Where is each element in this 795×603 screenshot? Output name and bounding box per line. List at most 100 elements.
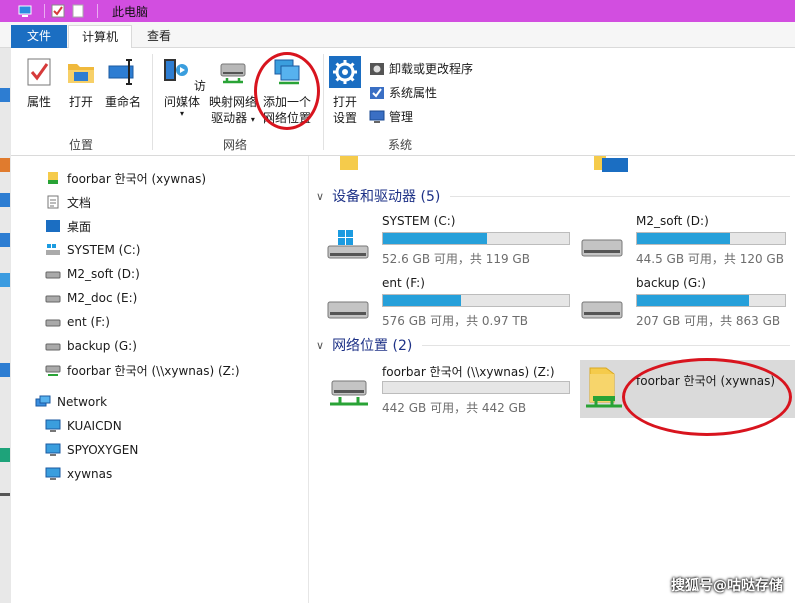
nav-item-label: SPYOXYGEN [67, 443, 139, 457]
add-network-location-button[interactable]: 添加一个 网络位置 [261, 56, 313, 126]
open-label: 打开 [68, 95, 93, 109]
nav-item-drive-f[interactable]: ent (F:) [45, 310, 110, 334]
windows-drive-icon [327, 230, 369, 259]
drive-name: ent (F:) [382, 276, 425, 290]
system-properties-button[interactable]: 系统属性 [369, 84, 437, 101]
drive-icon [45, 343, 61, 351]
nav-item-network-folder[interactable]: foorbar 한국어 (xywnas) [45, 166, 206, 190]
tab-view[interactable]: 查看 [135, 25, 183, 48]
nav-item-computer-xywnas[interactable]: xywnas [45, 462, 112, 486]
ribbon-tab-bar: 文件 计算机 查看 [0, 22, 795, 48]
open-settings-button[interactable]: 打开 设置 [327, 56, 363, 126]
strip-marker [0, 448, 10, 462]
nav-item-drive-d[interactable]: M2_soft (D:) [45, 262, 140, 286]
nav-item-drive-c[interactable]: SYSTEM (C:) [45, 238, 140, 262]
strip-marker [0, 273, 10, 287]
drive-size: 52.6 GB 可用，共 119 GB [382, 252, 530, 266]
open-button[interactable]: 打开 [63, 56, 99, 110]
new-folder-icon[interactable] [71, 4, 85, 18]
open-settings-label-line2: 设置 [332, 111, 357, 125]
content-pane: ∨ 设备和驱动器 (5) SYSTEM (C:) 52.6 GB 可用，共 11… [310, 156, 795, 603]
nav-item-label: KUAICDN [67, 419, 122, 433]
drive-name: M2_soft (D:) [636, 214, 709, 228]
nav-item-network-drive-z[interactable]: foorbar 한국어 (\\xywnas) (Z:) [45, 358, 240, 382]
drive-icon [327, 301, 369, 319]
tab-file[interactable]: 文件 [11, 25, 67, 48]
nav-item-label: M2_doc (E:) [67, 291, 138, 305]
access-media-button[interactable]: 访问媒体 ▾ [155, 56, 209, 118]
drive-c[interactable]: SYSTEM (C:) 52.6 GB 可用，共 119 GB [320, 214, 570, 272]
window-title: 此电脑 [112, 4, 149, 19]
nav-item-label: xywnas [67, 467, 113, 481]
media-icon [164, 59, 189, 81]
drive-usage-fill [383, 233, 488, 244]
system-properties-icon [370, 86, 384, 99]
section-network-locations[interactable]: ∨ 网络位置 (2) [316, 335, 412, 355]
nav-item-drive-e[interactable]: M2_doc (E:) [45, 286, 137, 310]
ribbon: 属性 打开 重命名 位置 访问媒体 ▾ 映射网络 驱动器 ▾ 添加一个 网络位置… [11, 48, 795, 156]
drive-usage-fill [637, 295, 750, 306]
nav-item-desktop[interactable]: 桌面 [45, 214, 91, 238]
section-title: 设备和驱动器 (5) [332, 189, 441, 205]
strip-marker [0, 88, 10, 102]
nav-item-label: SYSTEM (C:) [67, 243, 141, 257]
tab-computer[interactable]: 计算机 [68, 25, 132, 48]
drive-name: foorbar 한국어 (\\xywnas) (Z:) [382, 365, 555, 379]
properties-button[interactable]: 属性 [21, 56, 57, 110]
drive-icon [45, 295, 61, 303]
system-group-label: 系统 [388, 138, 413, 152]
drive-usage-bar [636, 232, 786, 245]
open-folder-icon [68, 64, 94, 83]
open-settings-label-line1: 打开 [332, 95, 357, 109]
nav-item-label: 文档 [67, 195, 92, 210]
manage-computer-icon [369, 110, 385, 123]
drive-size: 576 GB 可用，共 0.97 TB [382, 314, 528, 328]
network-drive-icon [330, 380, 368, 406]
quick-access-toolbar [0, 0, 104, 22]
strip-marker [0, 363, 10, 377]
uninstall-program-button[interactable]: 卸载或更改程序 [369, 60, 473, 77]
folder-icon [340, 156, 358, 170]
drive-icon [581, 239, 623, 257]
drive-icon [45, 319, 61, 327]
properties-icon [27, 58, 51, 86]
desktop-icon [46, 220, 60, 232]
section-devices-drives[interactable]: ∨ 设备和驱动器 (5) [316, 186, 440, 206]
network-location-item[interactable]: foorbar 한국어 (xywnas) [580, 360, 795, 418]
toolbar-separator [97, 4, 98, 18]
map-network-drive-button[interactable]: 映射网络 驱动器 ▾ [209, 56, 257, 128]
nav-item-computer-spyoxygen[interactable]: SPYOXYGEN [45, 438, 138, 462]
computer-icon [45, 419, 61, 432]
properties-check-icon[interactable] [51, 4, 65, 18]
drive-d[interactable]: M2_soft (D:) 44.5 GB 可用，共 120 GB [574, 214, 795, 272]
drive-size: 442 GB 可用，共 442 GB [382, 401, 527, 415]
add-network-location-icon [274, 59, 300, 85]
rename-icon [108, 59, 134, 85]
nav-item-computer-kuaicdn[interactable]: KUAICDN [45, 414, 122, 438]
strip-marker [0, 193, 10, 207]
drive-usage-bar [382, 294, 570, 307]
network-drive-z[interactable]: foorbar 한국어 (\\xywnas) (Z:) 442 GB 可用，共 … [320, 363, 570, 421]
map-drive-label-line1: 映射网络 [209, 95, 258, 109]
nav-item-drive-g[interactable]: backup (G:) [45, 334, 137, 358]
nav-item-label: 桌面 [67, 219, 92, 234]
drive-g[interactable]: backup (G:) 207 GB 可用，共 863 GB [574, 276, 795, 334]
nav-item-label: backup (G:) [67, 339, 137, 353]
computer-icon[interactable] [18, 4, 32, 18]
network-folder-icon [586, 367, 622, 408]
nav-item-network[interactable]: Network [35, 390, 107, 414]
network-drive-icon [220, 63, 246, 84]
computer-icon [45, 443, 61, 456]
desktop-icon [594, 156, 628, 172]
title-bar: 此电脑 [0, 0, 795, 22]
rename-button[interactable]: 重命名 [103, 56, 143, 110]
add-location-label-line2: 网络位置 [262, 111, 311, 125]
drive-f[interactable]: ent (F:) 576 GB 可用，共 0.97 TB [320, 276, 570, 334]
left-edge-strip [0, 48, 11, 603]
manage-button[interactable]: 管理 [369, 108, 413, 125]
uninstall-label: 卸载或更改程序 [389, 62, 474, 76]
section-divider [450, 196, 790, 197]
nav-item-documents[interactable]: 文档 [45, 190, 91, 214]
map-drive-label-line2: 驱动器 ▾ [211, 111, 255, 125]
drive-usage-bar [382, 381, 570, 394]
